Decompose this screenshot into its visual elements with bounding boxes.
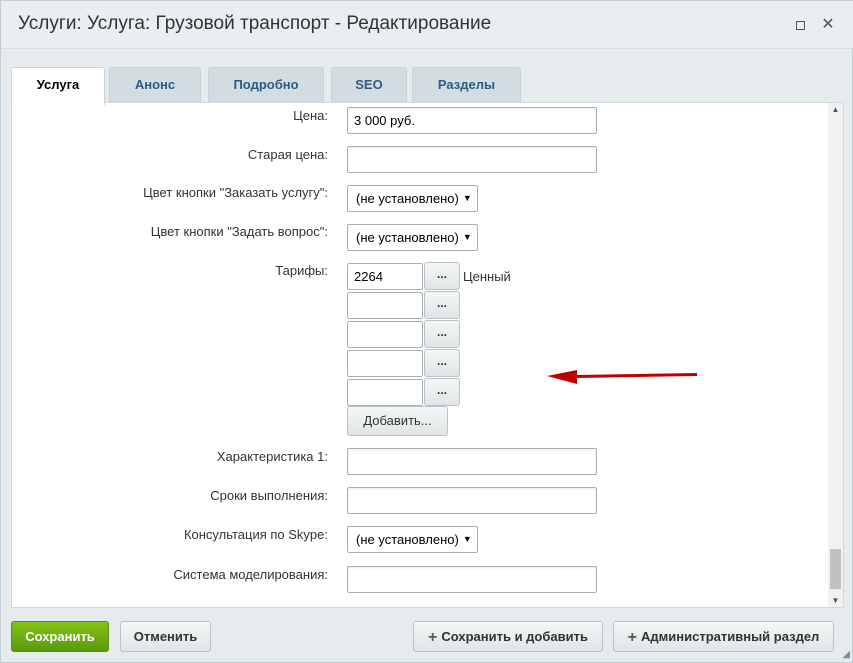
deadline-field[interactable] bbox=[347, 487, 597, 514]
ask-button-color-label: Цвет кнопки "Задать вопрос": bbox=[150, 224, 328, 239]
save-and-add-button[interactable]: + Сохранить и добавить bbox=[413, 621, 603, 652]
price-field[interactable]: 3 000 руб. bbox=[347, 107, 597, 134]
tariff-input-4[interactable] bbox=[347, 350, 423, 377]
add-tariff-button[interactable]: Добавить... bbox=[347, 406, 448, 436]
price-label: Цена: bbox=[293, 108, 328, 123]
maximize-icon[interactable] bbox=[791, 16, 809, 34]
scroll-down-icon[interactable]: ▼ bbox=[828, 596, 843, 605]
order-button-color-label: Цвет кнопки "Заказать услугу": bbox=[143, 185, 328, 200]
characteristic1-label: Характеристика 1: bbox=[216, 449, 328, 464]
plus-icon: + bbox=[428, 629, 438, 646]
admin-section-button[interactable]: + Административный раздел bbox=[613, 621, 834, 652]
scroll-up-icon[interactable]: ▲ bbox=[828, 105, 843, 114]
cancel-button[interactable]: Отменить bbox=[120, 621, 211, 652]
tariff-input-3[interactable] bbox=[347, 321, 423, 348]
save-button[interactable]: Сохранить bbox=[11, 621, 109, 652]
characteristic1-field[interactable] bbox=[347, 448, 597, 475]
tab-seo[interactable]: SEO bbox=[331, 67, 407, 103]
modeling-label: Система моделирования: bbox=[173, 567, 328, 582]
plus-icon: + bbox=[627, 629, 638, 646]
skype-label: Консультация по Skype: bbox=[183, 527, 328, 542]
tab-sections[interactable]: Разделы bbox=[412, 67, 521, 103]
tariff-input-5[interactable] bbox=[347, 379, 423, 406]
ask-button-color-select[interactable]: (не установлено) ▼ bbox=[347, 224, 478, 251]
order-button-color-select[interactable]: (не установлено) ▼ bbox=[347, 185, 478, 212]
form-panel: Цена: 3 000 руб. Старая цена: Цвет кнопк… bbox=[11, 102, 844, 608]
tab-announce[interactable]: Анонс bbox=[109, 67, 201, 103]
ask-button-color-value: (не установлено) bbox=[356, 230, 459, 245]
tariff-browse-button-1[interactable]: ... bbox=[424, 262, 460, 290]
resize-grip-icon[interactable]: ◢ bbox=[842, 649, 850, 660]
skype-select[interactable]: (не установлено) ▼ bbox=[347, 526, 478, 553]
save-and-add-label: Сохранить и добавить bbox=[441, 629, 588, 644]
dropdown-arrow-icon: ▼ bbox=[462, 232, 472, 242]
deadline-label: Сроки выполнения: bbox=[210, 488, 328, 503]
tariff-input-2[interactable] bbox=[347, 292, 423, 319]
tariff-browse-button-4[interactable]: ... bbox=[424, 349, 460, 377]
tariffs-label: Тарифы: bbox=[275, 263, 328, 278]
red-arrow-icon bbox=[547, 370, 697, 384]
title-bar: Услуги: Услуга: Грузовой транспорт - Ред… bbox=[1, 1, 853, 49]
skype-value: (не установлено) bbox=[356, 532, 459, 547]
window-title: Услуги: Услуга: Грузовой транспорт - Ред… bbox=[18, 13, 492, 34]
edit-dialog: Услуги: Услуга: Грузовой транспорт - Ред… bbox=[0, 0, 853, 663]
tab-service[interactable]: Услуга bbox=[11, 67, 105, 105]
modeling-field[interactable] bbox=[347, 566, 597, 593]
tariff-browse-button-2[interactable]: ... bbox=[424, 291, 460, 319]
close-icon[interactable]: ✕ bbox=[819, 16, 837, 34]
tariff-browse-button-3[interactable]: ... bbox=[424, 320, 460, 348]
old-price-field[interactable] bbox=[347, 146, 597, 173]
tariff-name-1: Ценный bbox=[463, 269, 511, 284]
admin-section-label: Административный раздел bbox=[641, 629, 820, 644]
order-button-color-value: (не установлено) bbox=[356, 191, 459, 206]
dropdown-arrow-icon: ▼ bbox=[462, 534, 472, 544]
dropdown-arrow-icon: ▼ bbox=[462, 193, 472, 203]
panel-scrollbar[interactable]: ▲ ▼ bbox=[828, 103, 843, 607]
old-price-label: Старая цена: bbox=[247, 147, 328, 162]
tab-details[interactable]: Подробно bbox=[208, 67, 324, 103]
scroll-thumb[interactable] bbox=[830, 549, 841, 589]
tariff-input-1[interactable]: 2264 bbox=[347, 263, 423, 290]
tariff-browse-button-5[interactable]: ... bbox=[424, 378, 460, 406]
